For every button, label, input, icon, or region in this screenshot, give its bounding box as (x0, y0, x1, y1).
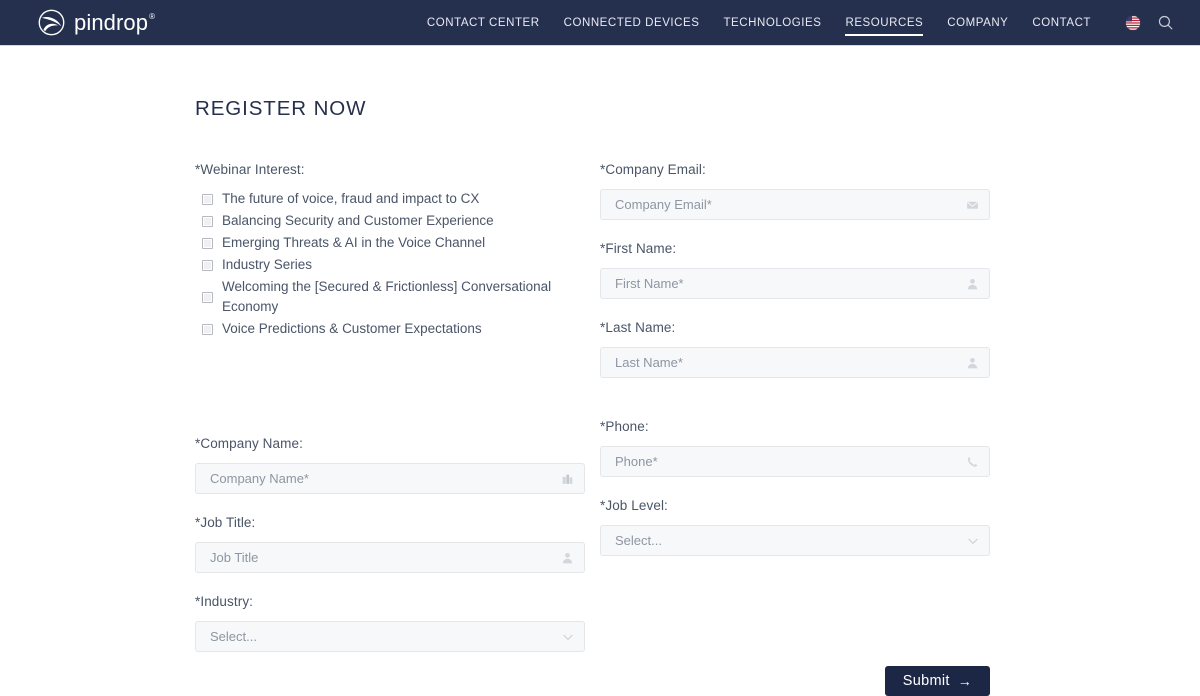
brand-logo[interactable]: pindrop® (38, 9, 156, 36)
pindrop-logo-icon (38, 9, 65, 36)
header-tools (1125, 14, 1174, 31)
webinar-option-label-1[interactable]: Balancing Security and Customer Experien… (222, 211, 494, 231)
job-title-input[interactable] (195, 542, 585, 573)
left-column-spacer (195, 360, 585, 436)
webinar-option-label-4[interactable]: Welcoming the [Secured & Frictionless] C… (222, 277, 585, 317)
form-column-left: *Webinar Interest: The future of voice, … (195, 162, 585, 673)
webinar-option-checkbox-3[interactable] (202, 259, 213, 271)
right-column-spacer (600, 399, 990, 419)
webinar-option-checkbox-1[interactable] (202, 215, 213, 227)
company-name-label: *Company Name: (195, 436, 303, 451)
checkbox-row[interactable]: Welcoming the [Secured & Frictionless] C… (195, 277, 585, 317)
last-name-label: *Last Name: (600, 320, 676, 335)
header-divider (0, 45, 1200, 46)
submit-row: Submit → (195, 666, 990, 696)
webinar-option-checkbox-5[interactable] (202, 323, 213, 335)
webinar-option-checkbox-4[interactable] (202, 291, 213, 303)
submit-button-label: Submit (902, 673, 950, 689)
company-email-input[interactable] (600, 189, 990, 220)
phone-label: *Phone: (600, 419, 649, 434)
arrow-right-icon: → (957, 673, 972, 689)
industry-field: *Industry: Select... (195, 594, 585, 652)
search-icon[interactable] (1157, 14, 1174, 31)
first-name-input[interactable] (600, 268, 990, 299)
industry-selected-value: Select... (210, 629, 257, 644)
main-navigation: CONTACT CENTER CONNECTED DEVICES TECHNOL… (415, 0, 1174, 45)
webinar-option-label-0[interactable]: The future of voice, fraud and impact to… (222, 189, 479, 209)
webinar-option-label-2[interactable]: Emerging Threats & AI in the Voice Chann… (222, 233, 485, 253)
nav-item-connected-devices[interactable]: CONNECTED DEVICES (552, 0, 712, 45)
job-title-label: *Job Title: (195, 515, 256, 530)
job-level-field: *Job Level: Select... (600, 498, 990, 556)
webinar-option-label-5[interactable]: Voice Predictions & Customer Expectation… (222, 319, 482, 339)
webinar-interest-options: The future of voice, fraud and impact to… (195, 189, 585, 339)
phone-field: *Phone: (600, 419, 990, 477)
company-email-field: *Company Email: (600, 162, 990, 220)
checkbox-row[interactable]: Industry Series (195, 255, 585, 275)
page-title: REGISTER NOW (195, 97, 367, 120)
company-name-field: *Company Name: (195, 436, 585, 494)
webinar-interest-group: *Webinar Interest: The future of voice, … (195, 162, 585, 339)
job-level-selected-value: Select... (615, 533, 662, 548)
registered-mark: ® (149, 12, 156, 22)
job-title-field: *Job Title: (195, 515, 585, 573)
webinar-option-checkbox-0[interactable] (202, 193, 213, 205)
last-name-input[interactable] (600, 347, 990, 378)
first-name-label: *First Name: (600, 241, 677, 256)
checkbox-row[interactable]: The future of voice, fraud and impact to… (195, 189, 585, 209)
nav-item-contact[interactable]: CONTACT (1020, 0, 1103, 45)
job-level-label: *Job Level: (600, 498, 668, 513)
us-flag-icon[interactable] (1125, 14, 1141, 31)
nav-item-contact-center[interactable]: CONTACT CENTER (415, 0, 552, 45)
webinar-option-label-3[interactable]: Industry Series (222, 255, 312, 275)
first-name-field: *First Name: (600, 241, 990, 299)
checkbox-row[interactable]: Balancing Security and Customer Experien… (195, 211, 585, 231)
checkbox-row[interactable]: Voice Predictions & Customer Expectation… (195, 319, 585, 339)
last-name-field: *Last Name: (600, 320, 990, 378)
form-column-right: *Company Email: *First Name: (600, 162, 990, 577)
checkbox-row[interactable]: Emerging Threats & AI in the Voice Chann… (195, 233, 585, 253)
company-email-label: *Company Email: (600, 162, 706, 177)
industry-label: *Industry: (195, 594, 254, 609)
nav-item-technologies[interactable]: TECHNOLOGIES (711, 0, 833, 45)
nav-item-resources[interactable]: RESOURCES (833, 0, 935, 45)
site-header: pindrop® CONTACT CENTER CONNECTED DEVICE… (0, 0, 1200, 45)
webinar-option-checkbox-2[interactable] (202, 237, 213, 249)
brand-name: pindrop® (74, 9, 156, 35)
company-name-input[interactable] (195, 463, 585, 494)
job-level-select[interactable]: Select... (600, 525, 990, 556)
submit-button[interactable]: Submit → (884, 666, 990, 696)
nav-item-company[interactable]: COMPANY (935, 0, 1020, 45)
webinar-interest-label: *Webinar Interest: (195, 162, 305, 177)
industry-select[interactable]: Select... (195, 621, 585, 652)
phone-input[interactable] (600, 446, 990, 477)
